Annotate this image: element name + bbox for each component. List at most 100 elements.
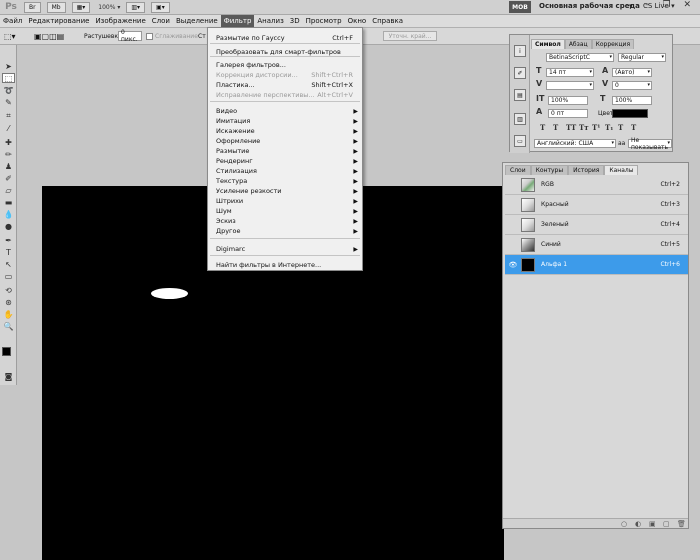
filter-menu-item[interactable]: Преобразовать для смарт-фильтров: [208, 47, 362, 57]
visibility-eye-icon[interactable]: 👁: [508, 260, 518, 270]
menu-6[interactable]: Анализ: [254, 15, 286, 27]
hand-tool-icon[interactable]: ✋: [2, 309, 15, 319]
filter-menu-item[interactable]: Галерея фильтров...: [208, 60, 362, 70]
brush-preset-icon[interactable]: ✐: [514, 67, 526, 79]
visibility-eye-icon[interactable]: [508, 200, 518, 210]
leading-input[interactable]: (Авто) ▾: [612, 68, 652, 77]
menu-2[interactable]: Изображение: [92, 15, 148, 27]
duplicate-icon[interactable]: ▢: [663, 520, 670, 528]
filter-menu-item[interactable]: Найти фильтры в Интернете...: [208, 260, 362, 270]
tab-channels-panel[interactable]: Контуры: [530, 165, 569, 175]
layer-comps-icon[interactable]: ▤: [514, 89, 526, 101]
menu-8[interactable]: Просмотр: [303, 15, 345, 27]
pen-tool-icon[interactable]: ✒: [2, 235, 15, 245]
filter-menu-item[interactable]: Имитация ▶: [208, 116, 362, 126]
menu-9[interactable]: Окно: [345, 15, 370, 27]
tab-channels-panel[interactable]: Слои: [505, 165, 531, 175]
arrange-documents-button[interactable]: ▥▾: [126, 1, 146, 13]
antialias-checkbox[interactable]: Сглаживание: [146, 31, 198, 41]
history-brush-tool-icon[interactable]: ✐: [2, 173, 15, 183]
font-size-input[interactable]: 14 пт ▾: [546, 68, 594, 77]
menu-4[interactable]: Выделение: [173, 15, 221, 27]
selection-mode-buttons[interactable]: ▣▢◫▤: [34, 31, 64, 41]
filter-menu-item[interactable]: Искажение ▶: [208, 126, 362, 136]
filter-menu-item[interactable]: Оформление ▶: [208, 136, 362, 146]
filter-menu-item[interactable]: Усиление резкости ▶: [208, 186, 362, 196]
text-style-button[interactable]: TT: [566, 123, 579, 132]
load-selection-icon[interactable]: ○: [621, 520, 627, 528]
brush-tool-icon[interactable]: ✏: [2, 149, 15, 159]
horizontal-scale-input[interactable]: 100%: [612, 96, 652, 105]
filter-menu-item[interactable]: Digimarc ▶: [208, 244, 362, 254]
filter-menu-item[interactable]: Стилизация ▶: [208, 166, 362, 176]
filter-menu-item[interactable]: Шум ▶: [208, 206, 362, 216]
feather-input[interactable]: 0 пикс.: [118, 29, 142, 43]
clone-stamp-tool-icon[interactable]: ♟: [2, 161, 15, 171]
filter-menu-item[interactable]: Рендеринг ▶: [208, 156, 362, 166]
visibility-eye-icon[interactable]: [508, 240, 518, 250]
menu-5[interactable]: Фильтр: [220, 15, 255, 27]
zoom-level[interactable]: 100% ▾: [98, 4, 120, 11]
path-selection-tool-icon[interactable]: ↖: [2, 259, 15, 269]
text-style-button[interactable]: T: [618, 123, 631, 132]
crop-tool-icon[interactable]: ⌗: [2, 111, 15, 121]
filter-menu-item[interactable]: Размытие ▶: [208, 146, 362, 156]
menu-0[interactable]: Файл: [0, 15, 25, 27]
filter-menu-item[interactable]: Эскиз ▶: [208, 216, 362, 226]
menu-7[interactable]: 3D: [287, 15, 303, 27]
lasso-tool-icon[interactable]: ➰: [2, 85, 15, 95]
text-color-swatch[interactable]: [612, 109, 648, 118]
zoom-tool-icon[interactable]: 🔍: [2, 321, 15, 331]
3d-orbit-tool-icon[interactable]: ⊛: [2, 297, 15, 307]
antialias-check-box[interactable]: [146, 32, 153, 40]
mini-bridge-button[interactable]: Mb: [46, 1, 66, 13]
menu-10[interactable]: Справка: [369, 15, 406, 27]
menu-1[interactable]: Редактирование: [25, 15, 92, 27]
save-selection-icon[interactable]: ◐: [635, 520, 641, 528]
shape-tool-icon[interactable]: ▭: [2, 271, 15, 281]
gradient-tool-icon[interactable]: ▬: [2, 197, 15, 207]
tab-channels-panel[interactable]: Каналы: [604, 165, 639, 175]
tab-character[interactable]: Символ: [531, 39, 565, 49]
filter-menu-item[interactable]: Видео ▶: [208, 106, 362, 116]
baseline-shift-input[interactable]: 0 пт: [548, 109, 588, 118]
move-tool-icon[interactable]: ➤: [2, 61, 15, 71]
text-style-button[interactable]: T: [631, 123, 644, 132]
type-tool-icon[interactable]: T: [2, 247, 15, 257]
vertical-scale-input[interactable]: 100%: [548, 96, 588, 105]
filter-menu-item[interactable]: Пластика... Shift+Ctrl+X: [208, 80, 362, 90]
filter-menu-item[interactable]: Текстура ▶: [208, 176, 362, 186]
channel-row[interactable]: Синий Ctrl+5: [505, 235, 688, 255]
workspace-dropdown-icon[interactable]: ▾: [629, 2, 633, 10]
antialias-select[interactable]: Не показывать ▾: [628, 137, 672, 151]
trash-icon[interactable]: 🗑: [677, 520, 686, 528]
quick-mask-icon[interactable]: ◙: [2, 371, 15, 381]
tab-paragraph[interactable]: Абзац: [564, 39, 592, 49]
info-icon[interactable]: i: [514, 45, 526, 57]
blur-tool-icon[interactable]: 💧: [2, 209, 15, 219]
text-style-button[interactable]: T: [553, 123, 566, 132]
window-controls[interactable]: – ❐ ✕: [645, 0, 696, 10]
rectangular-marquee-tool-icon[interactable]: ⬚: [2, 73, 15, 83]
text-style-button[interactable]: T¹: [592, 123, 605, 132]
eraser-tool-icon[interactable]: ▱: [2, 185, 15, 195]
refine-edge-button[interactable]: Уточн. край...: [383, 31, 437, 41]
text-style-button[interactable]: T: [540, 123, 553, 132]
font-family-select[interactable]: BetinaScriptC ▾: [546, 53, 614, 62]
tracking-input[interactable]: 0 ▾: [612, 81, 652, 90]
new-channel-icon[interactable]: ▣: [649, 520, 656, 528]
channel-row[interactable]: 👁 Альфа 1 Ctrl+6: [505, 255, 688, 275]
menu-3[interactable]: Слои: [149, 15, 173, 27]
channel-row[interactable]: RGB Ctrl+2: [505, 175, 688, 195]
font-style-select[interactable]: Regular ▾: [618, 53, 666, 62]
view-extras-button[interactable]: ▦▾: [71, 1, 91, 13]
screen-mode-button[interactable]: ▣▾: [151, 1, 170, 13]
3d-rotate-tool-icon[interactable]: ⟲: [2, 285, 15, 295]
workspace-title[interactable]: Основная рабочая среда: [539, 2, 640, 10]
channel-row[interactable]: Красный Ctrl+3: [505, 195, 688, 215]
bridge-button[interactable]: Br: [24, 1, 41, 13]
dodge-tool-icon[interactable]: ●: [2, 221, 15, 231]
filter-menu-item[interactable]: Размытие по Гауссу Ctrl+F: [208, 33, 362, 43]
filter-menu-item[interactable]: Другое ▶: [208, 226, 362, 236]
text-style-button[interactable]: T₁: [605, 123, 618, 132]
